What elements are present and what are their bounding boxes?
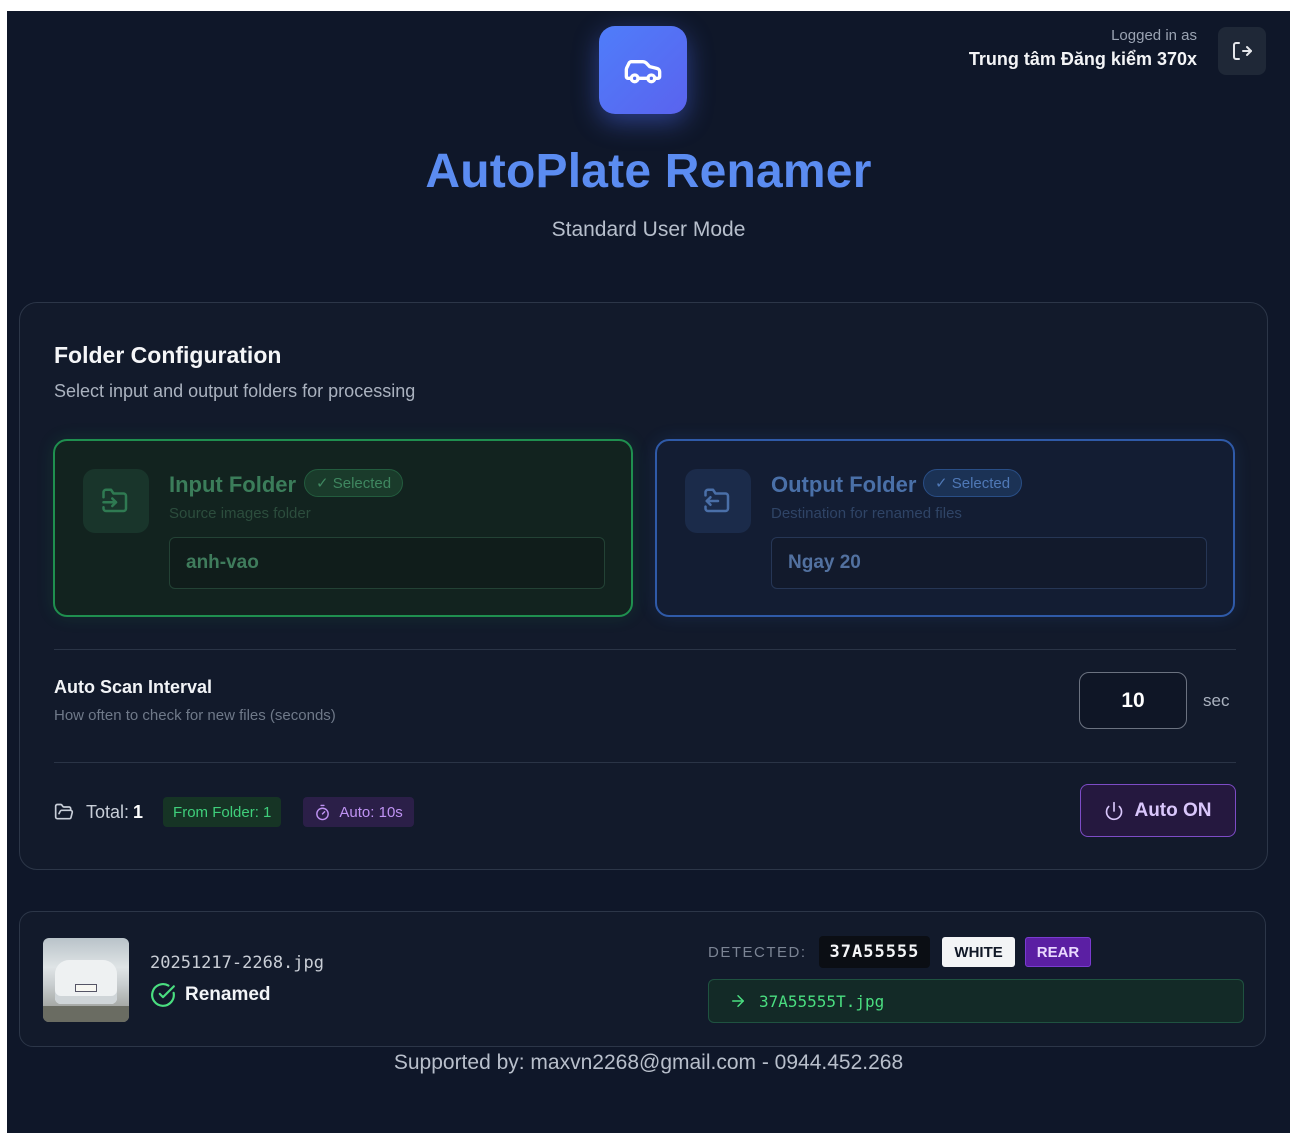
arrow-right-icon: [732, 995, 744, 1007]
logged-in-label: Logged in as: [1111, 27, 1197, 44]
total-label: Total:: [86, 801, 130, 822]
auto-scan-title: Auto Scan Interval: [54, 677, 213, 697]
folder-input-icon-box: [83, 469, 149, 533]
input-folder-hint: Source images folder: [169, 505, 311, 522]
folder-output-icon-box: [685, 469, 751, 533]
app-window: AutoPlate Renamer Standard User Mode Log…: [7, 11, 1290, 1133]
auto-toggle-label: Auto ON: [1134, 799, 1212, 821]
input-folder-path-field[interactable]: anh-vao: [169, 537, 605, 589]
app-title: AutoPlate Renamer: [425, 145, 872, 198]
stats-row: Total: 1 From Folder: 1 Auto: 10s: [54, 795, 414, 829]
output-folder-status-badge: ✓ Selected: [923, 469, 1023, 497]
folder-output-icon: [704, 488, 730, 513]
divider: [54, 649, 1236, 650]
status-row: Renamed: [150, 982, 271, 1008]
logout-button[interactable]: [1218, 27, 1266, 75]
auto-scan-unit: sec: [1203, 691, 1230, 710]
divider: [54, 762, 1236, 763]
original-file-name: 20251217-2268.jpg: [150, 953, 324, 973]
check-circle-icon: [151, 983, 175, 1007]
image-thumbnail[interactable]: [43, 938, 129, 1022]
user-name: Trung tâm Đăng kiểm 370x: [968, 49, 1197, 69]
plate-color-chip: WHITE: [942, 937, 1015, 967]
output-folder-box[interactable]: Output Folder ✓ Selected Destination for…: [655, 439, 1235, 617]
folder-config-card: Folder Configuration Select input and ou…: [19, 302, 1268, 870]
auto-interval-badge: Auto: 10s: [303, 797, 414, 827]
status-label: Renamed: [185, 984, 271, 1005]
auto-scan-description: How often to check for new files (second…: [54, 707, 336, 724]
app-subtitle: Standard User Mode: [551, 218, 746, 241]
app-logo: [599, 26, 687, 114]
new-file-name: 37A55555T.jpg: [759, 991, 885, 1011]
folder-config-title: Folder Configuration: [54, 342, 282, 368]
power-icon: [1106, 801, 1123, 820]
result-list-item: 20251217-2268.jpg Renamed DETECTED: 37A5…: [19, 911, 1266, 1047]
input-folder-status-badge: ✓ Selected: [304, 469, 404, 497]
output-folder-path-field[interactable]: Ngay 20: [771, 537, 1207, 589]
folder-config-description: Select input and output folders for proc…: [54, 381, 416, 401]
input-folder-box[interactable]: Input Folder ✓ Selected Source images fo…: [53, 439, 633, 617]
detection-row: DETECTED: 37A55555 WHITE REAR: [708, 936, 1092, 968]
detected-label: DETECTED:: [708, 943, 807, 961]
auto-interval-label: Auto: 10s: [339, 803, 403, 821]
new-file-name-box: 37A55555T.jpg: [708, 979, 1244, 1023]
auto-scan-interval-input[interactable]: [1079, 672, 1187, 729]
folder-open-icon: [54, 803, 74, 820]
logout-icon: [1233, 42, 1252, 60]
output-folder-label: Output Folder: [771, 472, 917, 497]
total-count: 1: [133, 801, 144, 822]
car-icon: [624, 60, 662, 84]
timer-icon: [316, 804, 330, 820]
folder-input-icon: [102, 488, 128, 513]
output-folder-hint: Destination for renamed files: [771, 505, 962, 522]
thumbnail-ground: [43, 1006, 129, 1022]
auto-toggle-button[interactable]: Auto ON: [1080, 784, 1236, 837]
footer-support-text: Supported by: maxvn2268@gmail.com - 0944…: [393, 1051, 904, 1074]
input-folder-label: Input Folder: [169, 472, 297, 497]
thumbnail-plate-shape: [75, 984, 97, 992]
thumbnail-car-shape: [55, 960, 117, 1004]
login-info: Logged in as Trung tâm Đăng kiểm 370x: [969, 27, 1197, 70]
plate-number-chip: 37A55555: [818, 936, 931, 968]
plate-position-chip: REAR: [1024, 937, 1092, 967]
from-folder-badge: From Folder: 1: [163, 797, 282, 827]
